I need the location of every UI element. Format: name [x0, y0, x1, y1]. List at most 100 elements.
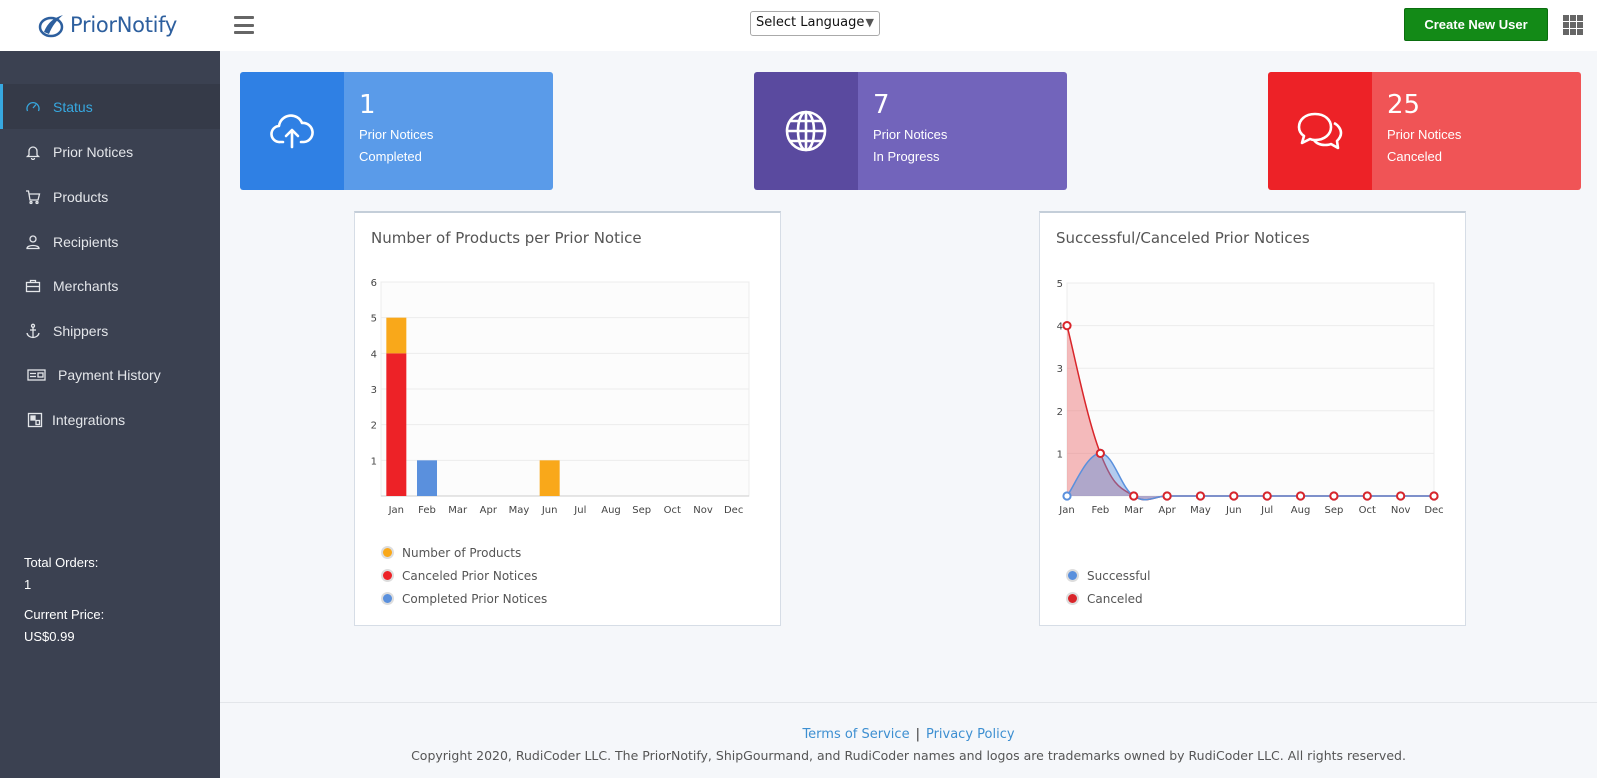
- y-tick-label: 5: [1057, 279, 1063, 290]
- legend-item[interactable]: Canceled Prior Notices: [381, 564, 547, 587]
- sidebar-item-label: Merchants: [53, 277, 119, 294]
- sidebar-item-integrations[interactable]: Integrations: [0, 397, 220, 442]
- data-point: [1362, 491, 1372, 501]
- chart-legend: Number of Products Canceled Prior Notice…: [381, 541, 547, 610]
- legend-label: Successful: [1087, 568, 1151, 583]
- stat-label-line2: Canceled: [1387, 149, 1442, 164]
- sidebar-item-shippers[interactable]: Shippers: [0, 308, 220, 353]
- legend-item[interactable]: Completed Prior Notices: [381, 587, 547, 610]
- stat-icon-area: [1268, 72, 1372, 190]
- stat-number: 7: [873, 90, 890, 120]
- bar: [539, 460, 560, 496]
- priornotify-logo-icon: [38, 15, 64, 38]
- products-chart-panel: Number of Products per Prior Notice 1234…: [354, 211, 781, 626]
- legend-dot: [381, 569, 394, 582]
- sidebar-item-products[interactable]: Products: [0, 174, 220, 219]
- products-bar-chart: 1 2 3 4 5 6 Jan Feb Mar Apr May Jun Jul Aug Sep Oct Nov D…: [371, 278, 750, 516]
- x-tick-label: Jun: [541, 505, 558, 516]
- data-point: [1162, 491, 1172, 501]
- total-orders-label: Total Orders:: [24, 555, 99, 570]
- stat-label: Prior Notices Completed: [359, 124, 538, 168]
- chart-legend: Successful Canceled: [1066, 564, 1150, 610]
- x-tick-label: Sep: [632, 505, 651, 516]
- top-bar: PriorNotify Select Language ▼ Create New…: [0, 0, 1597, 51]
- bar: [417, 460, 437, 496]
- y-tick-label: 2: [1057, 407, 1063, 418]
- menu-toggle-icon[interactable]: [234, 16, 254, 34]
- sidebar-item-label: Prior Notices: [53, 143, 134, 160]
- briefcase-icon: [25, 278, 41, 294]
- y-tick-label: 4: [1057, 322, 1063, 333]
- stat-card-completed[interactable]: 1 Prior Notices Completed: [240, 72, 553, 190]
- sidebar-item-label: Integrations: [52, 411, 126, 428]
- x-tick-label: Oct: [1359, 505, 1376, 516]
- sidebar-item-prior-notices[interactable]: Prior Notices: [0, 129, 220, 174]
- legend-label: Canceled Prior Notices: [402, 568, 538, 583]
- data-point: [1062, 321, 1072, 331]
- current-price-label: Current Price:: [24, 607, 105, 622]
- create-new-user-button[interactable]: Create New User: [1404, 8, 1548, 41]
- sidebar-item-recipients[interactable]: Recipients: [0, 219, 220, 264]
- cloud-upload-icon: [270, 114, 314, 149]
- stat-card-in-progress[interactable]: 7 Prior Notices In Progress: [754, 72, 1067, 190]
- legend-dot: [381, 592, 394, 605]
- data-point: [1129, 491, 1139, 501]
- anchor-icon: [25, 323, 41, 339]
- data-point: [1329, 491, 1339, 501]
- data-point: [1396, 491, 1406, 501]
- data-point: [1095, 448, 1105, 458]
- x-tick-label: Jul: [573, 505, 586, 516]
- language-select-label: Select Language: [756, 15, 865, 30]
- sidebar-item-payment-history[interactable]: Payment History: [0, 352, 220, 397]
- terms-of-service-link[interactable]: Terms of Service: [802, 727, 909, 742]
- x-tick-label: Apr: [1158, 505, 1176, 516]
- stat-number: 1: [359, 90, 376, 120]
- cart-icon: [25, 189, 41, 205]
- legend-item[interactable]: Number of Products: [381, 541, 547, 564]
- data-point: [1429, 491, 1439, 501]
- sidebar-item-label: Shippers: [53, 322, 109, 339]
- sidebar-item-label: Payment History: [58, 366, 161, 383]
- legend-dot: [381, 546, 394, 559]
- y-tick-label: 2: [371, 421, 377, 432]
- plot-area: [1066, 282, 1435, 497]
- language-select[interactable]: Select Language ▼: [750, 11, 880, 36]
- apps-grid-icon[interactable]: [1563, 15, 1583, 35]
- user-icon: [25, 234, 41, 250]
- y-tick-label: 3: [1057, 364, 1063, 375]
- gauge-icon: [25, 99, 41, 115]
- total-orders: Total Orders: 1: [24, 552, 98, 596]
- stat-icon-area: [754, 72, 858, 190]
- stat-label-line1: Prior Notices: [1387, 127, 1462, 142]
- stat-card-canceled[interactable]: 25 Prior Notices Canceled: [1268, 72, 1581, 190]
- privacy-policy-link[interactable]: Privacy Policy: [926, 727, 1015, 742]
- sidebar-item-label: Recipients: [53, 233, 119, 250]
- x-tick-label: Oct: [664, 505, 681, 516]
- integration-icon: [27, 412, 43, 428]
- legend-item[interactable]: Canceled: [1066, 587, 1150, 610]
- x-tick-label: Apr: [480, 505, 498, 516]
- x-tick-label: Jan: [1058, 505, 1074, 516]
- footer-links: Terms of Service | Privacy Policy: [220, 727, 1597, 742]
- stat-number: 25: [1387, 90, 1421, 120]
- sidebar-item-merchants[interactable]: Merchants: [0, 263, 220, 308]
- y-tick-label: 5: [371, 314, 377, 325]
- sidebar-item-status[interactable]: Status: [0, 84, 220, 129]
- x-tick-label: Dec: [724, 505, 743, 516]
- y-tick-label: 1: [1057, 449, 1063, 460]
- globe-icon: [785, 110, 827, 152]
- x-tick-label: Aug: [601, 505, 621, 516]
- brand-logo[interactable]: PriorNotify: [38, 12, 177, 38]
- y-tick-label: 4: [371, 349, 377, 360]
- x-tick-label: Sep: [1324, 505, 1343, 516]
- copyright-text: Copyright 2020, RudiCoder LLC. The Prior…: [411, 748, 1406, 763]
- notices-chart-panel: Successful/Canceled Prior Notices 12345J…: [1039, 211, 1466, 626]
- bar: [386, 317, 407, 354]
- bar: [386, 353, 407, 496]
- y-tick-label: 3: [371, 385, 377, 396]
- x-tick-label: May: [509, 505, 530, 516]
- receipt-icon: [27, 367, 46, 383]
- x-tick-label: Aug: [1291, 505, 1311, 516]
- legend-item[interactable]: Successful: [1066, 564, 1150, 587]
- sidebar: Status Prior Notices Products Recipients…: [0, 51, 220, 778]
